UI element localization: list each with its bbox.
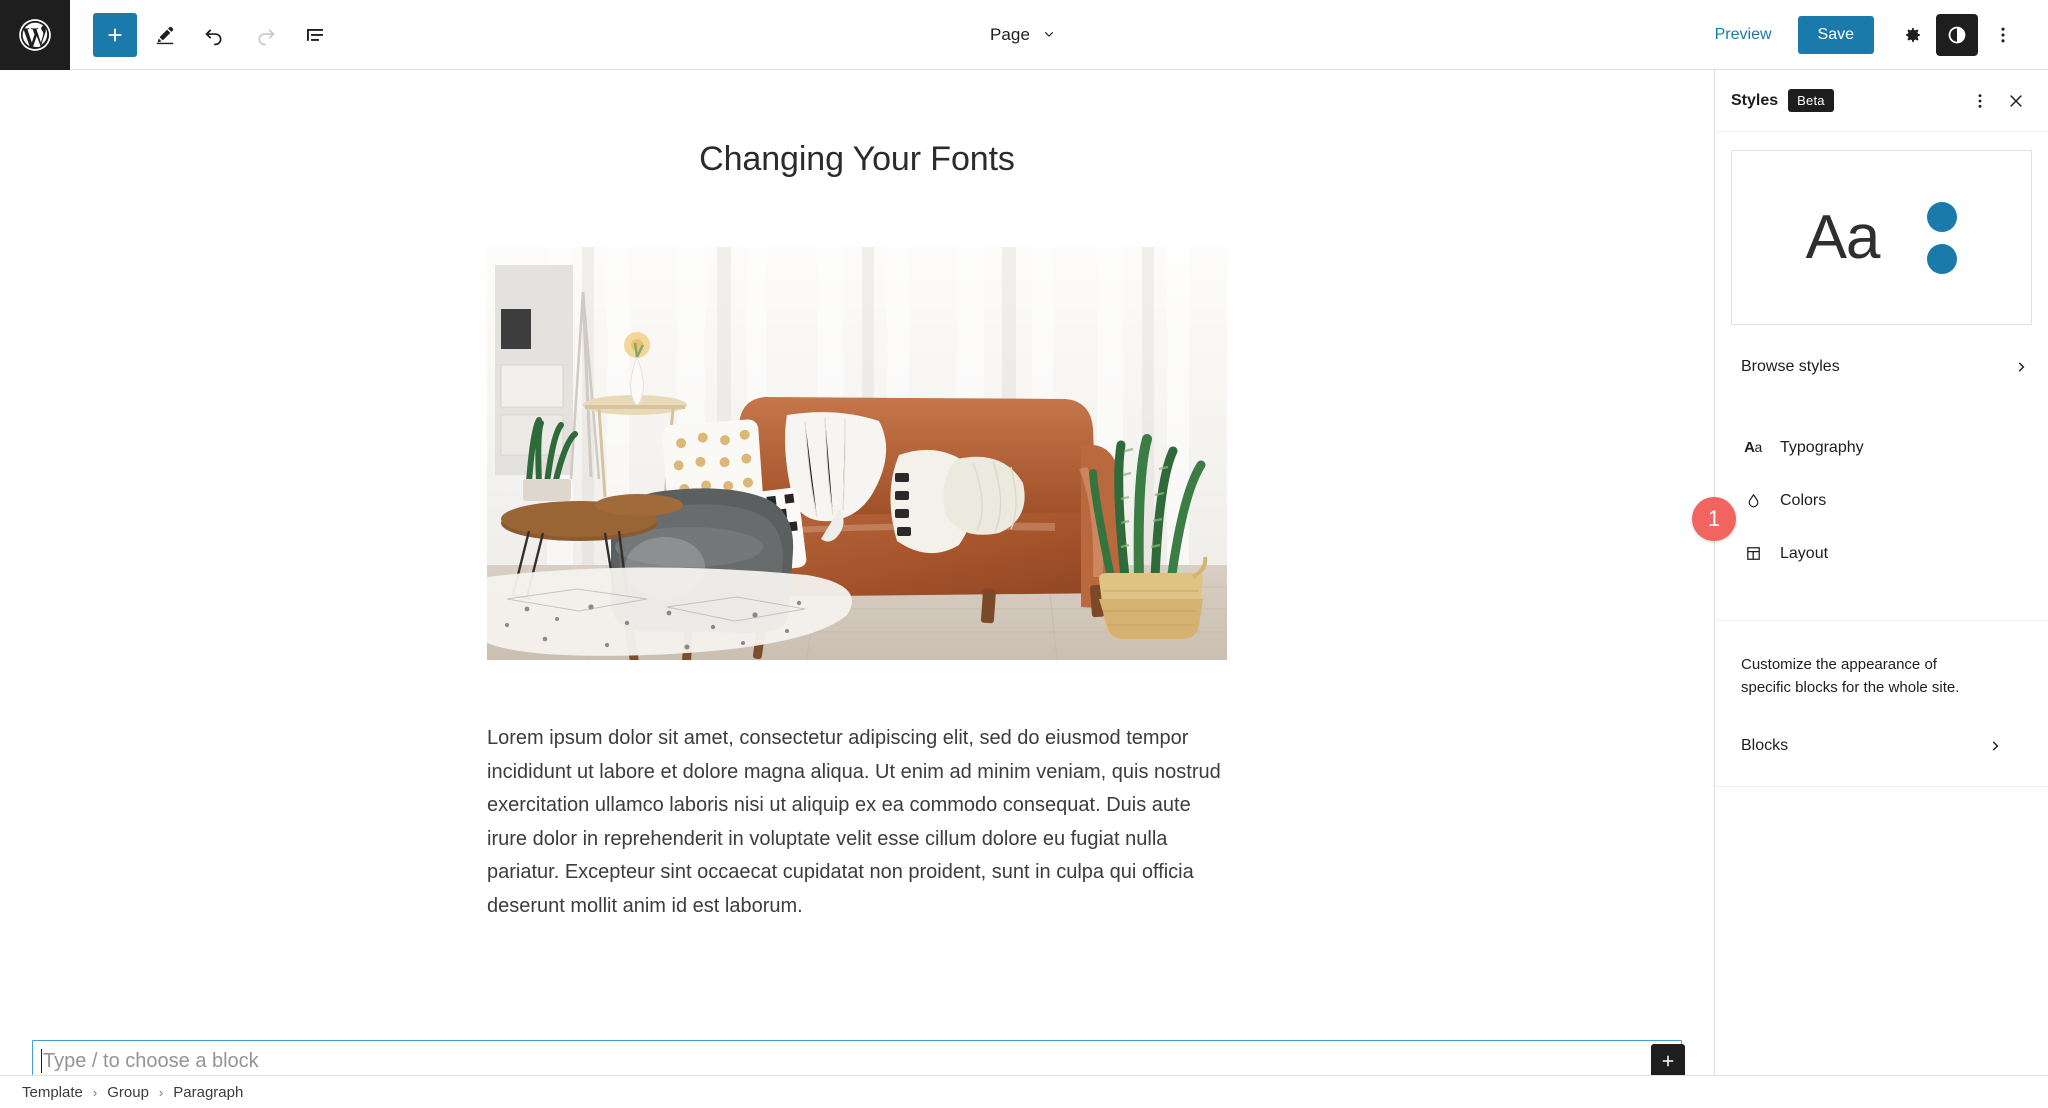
styles-panel-title: Styles [1731,91,1779,109]
content-column: Lorem ipsum dolor sit amet, consectetur … [487,247,1227,924]
typography-aa-icon: Aa [1744,439,1762,456]
styles-panel-body: Aa Browse styles Aa Typography Colors La… [1715,132,2048,1075]
breadcrumb-separator: › [92,1084,98,1100]
redo-button[interactable] [243,13,287,57]
layout-grid-icon [1742,544,1764,563]
palette-swatch-1 [1927,201,1958,232]
styles-menu-layout[interactable]: Layout [1715,527,2048,580]
styles-menu-colors-label: Colors [1780,491,1827,509]
save-button[interactable]: Save [1797,15,1874,54]
browse-styles-row[interactable]: Browse styles [1715,339,2048,395]
editor-canvas[interactable]: Changing Your Fonts Lorem ipsum dolor si… [0,70,1714,1075]
breadcrumb-item-template[interactable]: Template [22,1084,83,1101]
image-block[interactable] [487,247,1227,660]
breadcrumb: Template › Group › Paragraph [0,1075,2048,1108]
blocks-description: Customize the appearance of specific blo… [1741,656,1960,697]
styles-contrast-icon[interactable] [1936,13,1978,56]
breadcrumb-item-paragraph[interactable]: Paragraph [173,1084,243,1101]
blocks-section: Customize the appearance of specific blo… [1715,621,2048,770]
empty-block-row: Type / to choose a block [32,1040,1685,1075]
editor-top-toolbar: Page Preview Save [0,0,2048,70]
add-block-button[interactable] [93,12,137,57]
blocks-nav-row[interactable]: Blocks [1731,722,2022,770]
blocks-nav-label: Blocks [1741,736,1789,754]
styles-more-options-icon[interactable] [1962,83,1998,119]
more-options-icon[interactable] [1982,14,2024,56]
chevron-down-icon [1040,26,1058,44]
paragraph-block[interactable]: Lorem ipsum dolor sit amet, consectetur … [487,722,1227,924]
list-view-icon[interactable] [293,13,337,57]
color-droplet-icon [1742,491,1764,510]
editor-body: Changing Your Fonts Lorem ipsum dolor si… [0,70,2048,1075]
edit-tool-button[interactable] [143,13,187,57]
palette-swatches [1927,201,1958,274]
styles-menu-colors[interactable]: Colors [1715,474,2048,527]
block-editor-app: Page Preview Save Changing Your Fonts Lo… [0,0,2048,1108]
breadcrumb-item-group[interactable]: Group [107,1084,149,1101]
styles-menu-group: Aa Typography Colors Layout [1715,417,2048,580]
document-type-dropdown[interactable]: Page [978,19,1070,51]
styles-sidebar: Styles Beta Aa Browse styles Aa Typograp… [1714,70,2048,1075]
styles-menu-layout-label: Layout [1780,544,1829,562]
toolbar-left-tools [70,12,337,57]
styles-panel-header: Styles Beta [1715,70,2048,132]
preview-button[interactable]: Preview [1701,18,1786,52]
browse-styles-label: Browse styles [1741,358,1840,375]
inline-block-inserter-button[interactable] [1651,1044,1685,1075]
chevron-right-icon [2012,357,2032,377]
settings-gear-icon[interactable] [1890,14,1932,56]
empty-paragraph-block[interactable]: Type / to choose a block [32,1040,1685,1075]
block-placeholder-text: Type / to choose a block [43,1049,259,1072]
wordpress-logo-icon[interactable] [0,0,70,70]
breadcrumb-separator: › [158,1084,164,1100]
living-room-interior-photo [487,247,1227,660]
styles-menu-typography[interactable]: Aa Typography [1715,421,2048,474]
toolbar-right-actions: Preview Save [1701,13,2048,56]
page-title[interactable]: Changing Your Fonts [32,140,1682,179]
undo-button[interactable] [193,13,237,57]
close-styles-panel-icon[interactable] [1998,83,2034,119]
document-type-label: Page [989,25,1031,44]
chevron-right-icon [1986,736,2006,756]
annotation-step-badge: 1 [1692,497,1736,541]
style-preview-card[interactable]: Aa [1731,150,2032,325]
text-caret [41,1049,42,1073]
palette-swatch-2 [1927,243,1958,274]
panel-divider-2 [1715,785,2048,787]
typography-sample-text: Aa [1805,202,1881,272]
styles-menu-typography-label: Typography [1780,438,1864,456]
beta-badge: Beta [1788,89,1834,112]
